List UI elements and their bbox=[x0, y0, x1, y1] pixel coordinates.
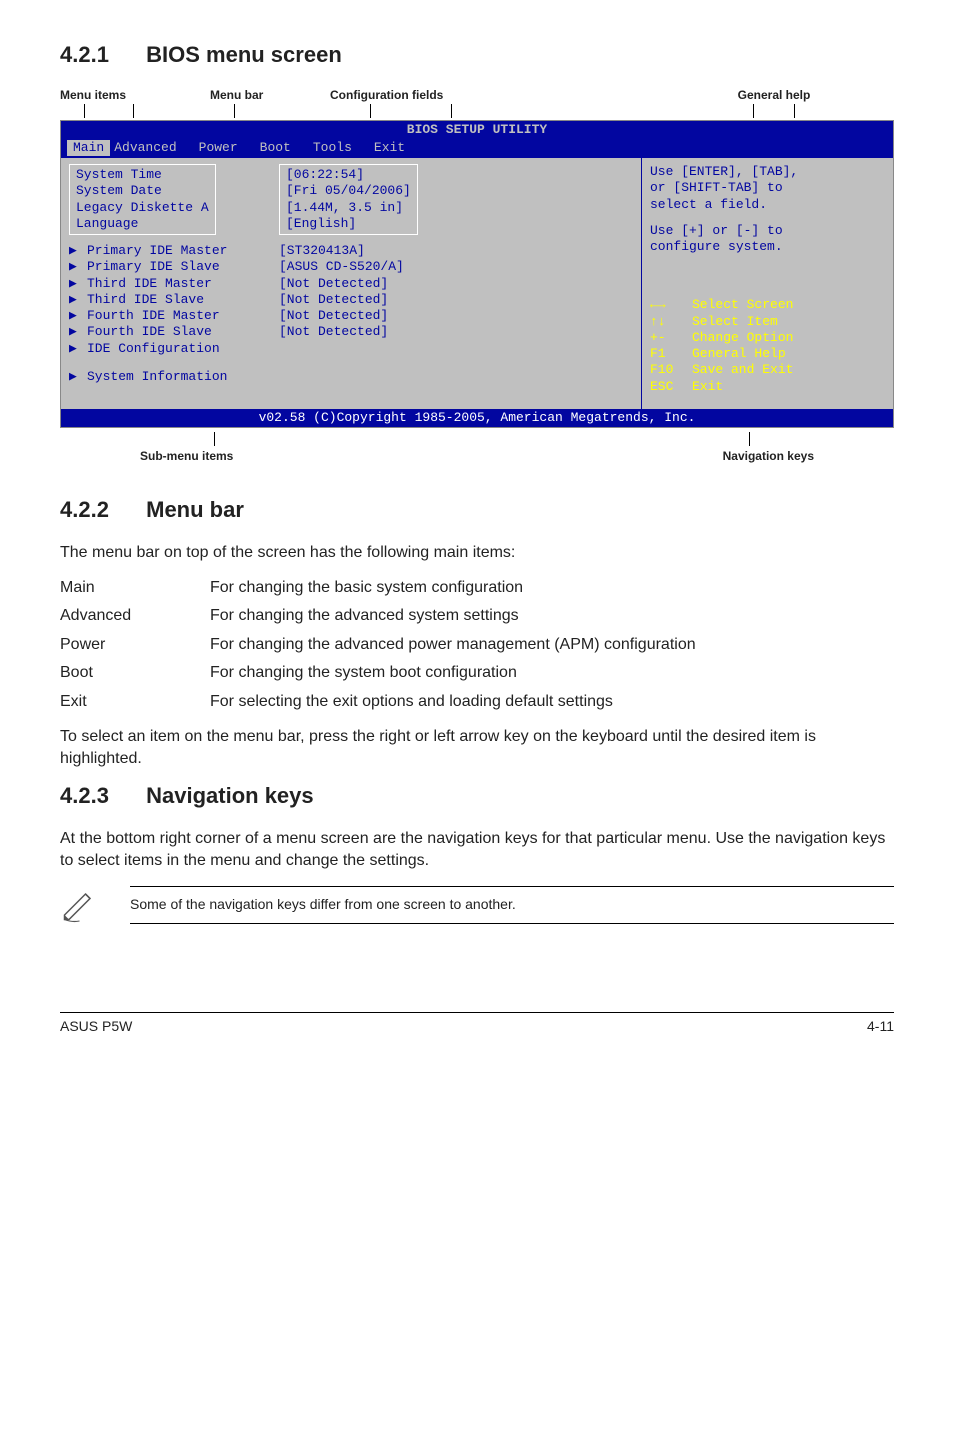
diagram-bottom-labels: Sub-menu items Navigation keys bbox=[60, 448, 894, 465]
menubar-definitions-table: MainFor changing the basic system config… bbox=[60, 574, 696, 716]
section-heading: 4.2.1 BIOS menu screen bbox=[60, 40, 894, 71]
bios-help-line4: Use [+] or [-] to bbox=[650, 223, 885, 239]
nav-key-plusminus: +- bbox=[650, 330, 692, 346]
label-sub-menu-items: Sub-menu items bbox=[60, 448, 477, 465]
nav-text-exit: Exit bbox=[692, 379, 723, 395]
label-menu-bar: Menu bar bbox=[210, 87, 330, 104]
section-title: Navigation keys bbox=[146, 783, 314, 808]
nav-key-arrows-ud: ↑↓ bbox=[650, 314, 692, 330]
bios-menubar: Main Advanced Power Boot Tools Exit bbox=[61, 139, 893, 158]
nav-key-arrows-lr: ←→ bbox=[650, 297, 692, 313]
bios-system-time-value[interactable]: [06:22:54] bbox=[286, 167, 411, 183]
bios-tab-main[interactable]: Main bbox=[67, 140, 110, 156]
def-key: Exit bbox=[60, 688, 210, 716]
nav-key-f10: F10 bbox=[650, 362, 692, 378]
pencil-icon bbox=[60, 888, 96, 924]
def-key: Boot bbox=[60, 659, 210, 687]
bios-tab-exit[interactable]: Exit bbox=[370, 140, 423, 156]
label-config-fields: Configuration fields bbox=[330, 87, 654, 104]
diagram-bottom-ticks bbox=[60, 432, 894, 446]
nav-text-general-help: General Help bbox=[692, 346, 786, 362]
def-value: For changing the basic system configurat… bbox=[210, 574, 696, 602]
bios-language-value[interactable]: [English] bbox=[286, 216, 411, 232]
menubar-intro: The menu bar on top of the screen has th… bbox=[60, 542, 894, 564]
bios-value-box: [06:22:54] [Fri 05/04/2006] [1.44M, 3.5 … bbox=[279, 164, 418, 235]
nav-key-esc: ESC bbox=[650, 379, 692, 395]
bios-title: BIOS SETUP UTILITY bbox=[61, 121, 893, 139]
nav-section-para: At the bottom right corner of a menu scr… bbox=[60, 828, 894, 873]
bios-pim-label[interactable]: Primary IDE Master bbox=[87, 243, 279, 259]
table-row: MainFor changing the basic system config… bbox=[60, 574, 696, 602]
footer-left: ASUS P5W bbox=[60, 1017, 132, 1037]
bios-main-pane: System Time System Date Legacy Diskette … bbox=[61, 158, 641, 409]
table-row: AdvancedFor changing the advanced system… bbox=[60, 602, 696, 630]
bios-system-date-value[interactable]: [Fri 05/04/2006] bbox=[286, 183, 411, 199]
nav-key-f1: F1 bbox=[650, 346, 692, 362]
bios-help-pane: Use [ENTER], [TAB], or [SHIFT-TAB] to se… bbox=[641, 158, 893, 409]
bios-tis-value: [Not Detected] bbox=[279, 292, 388, 308]
section-title: Menu bar bbox=[146, 497, 244, 522]
bios-screenshot: BIOS SETUP UTILITY Main Advanced Power B… bbox=[60, 120, 894, 429]
nav-text-save-exit: Save and Exit bbox=[692, 362, 793, 378]
section-number: 4.2.3 bbox=[60, 781, 140, 812]
bios-legacy-value[interactable]: [1.44M, 3.5 in] bbox=[286, 200, 411, 216]
bios-tim-value: [Not Detected] bbox=[279, 276, 388, 292]
page-footer: ASUS P5W 4-11 bbox=[60, 1012, 894, 1037]
bios-system-date-label[interactable]: System Date bbox=[76, 183, 209, 199]
def-value: For changing the advanced power manageme… bbox=[210, 631, 696, 659]
label-menu-items: Menu items bbox=[60, 87, 210, 104]
bios-help-line5: configure system. bbox=[650, 239, 885, 255]
bios-tab-boot[interactable]: Boot bbox=[256, 140, 309, 156]
def-value: For selecting the exit options and loadi… bbox=[210, 688, 696, 716]
label-general-help: General help bbox=[654, 87, 894, 104]
section-number: 4.2.2 bbox=[60, 495, 140, 526]
bios-pis-label[interactable]: Primary IDE Slave bbox=[87, 259, 279, 275]
def-key: Advanced bbox=[60, 602, 210, 630]
diagram-ticks bbox=[60, 104, 894, 118]
def-value: For changing the system boot configurati… bbox=[210, 659, 696, 687]
section-title: BIOS menu screen bbox=[146, 42, 342, 67]
bios-fis-value: [Not Detected] bbox=[279, 324, 388, 340]
table-row: BootFor changing the system boot configu… bbox=[60, 659, 696, 687]
bios-tab-power[interactable]: Power bbox=[195, 140, 256, 156]
label-navigation-keys: Navigation keys bbox=[477, 448, 894, 465]
bios-sysinfo-label[interactable]: System Information bbox=[87, 369, 279, 385]
bios-language-label[interactable]: Language bbox=[76, 216, 209, 232]
note-box: Some of the navigation keys differ from … bbox=[60, 886, 894, 931]
nav-text-select-screen: Select Screen bbox=[692, 297, 793, 313]
table-row: PowerFor changing the advanced power man… bbox=[60, 631, 696, 659]
bios-legacy-label[interactable]: Legacy Diskette A bbox=[76, 200, 209, 216]
bios-footer: v02.58 (C)Copyright 1985-2005, American … bbox=[61, 409, 893, 427]
bios-pim-value: [ST320413A] bbox=[279, 243, 365, 259]
bios-left-box: System Time System Date Legacy Diskette … bbox=[69, 164, 216, 235]
bios-submenu-list: ▶Primary IDE Master[ST320413A] ▶Primary … bbox=[69, 243, 633, 385]
bios-system-time-label[interactable]: System Time bbox=[76, 167, 209, 183]
bios-nav-keys: ←→Select Screen ↑↓Select Item +-Change O… bbox=[650, 297, 885, 395]
bios-idec-label[interactable]: IDE Configuration bbox=[87, 341, 279, 357]
section-heading: 4.2.3 Navigation keys bbox=[60, 781, 894, 812]
bios-help-line3: select a field. bbox=[650, 197, 885, 213]
bios-tab-tools[interactable]: Tools bbox=[309, 140, 370, 156]
bios-pis-value: [ASUS CD-S520/A] bbox=[279, 259, 404, 275]
bios-help-line1: Use [ENTER], [TAB], bbox=[650, 164, 885, 180]
table-row: ExitFor selecting the exit options and l… bbox=[60, 688, 696, 716]
menubar-outro: To select an item on the menu bar, press… bbox=[60, 726, 894, 771]
bios-fim-label[interactable]: Fourth IDE Master bbox=[87, 308, 279, 324]
bios-tis-label[interactable]: Third IDE Slave bbox=[87, 292, 279, 308]
bios-tab-advanced[interactable]: Advanced bbox=[110, 140, 194, 156]
footer-right: 4-11 bbox=[867, 1017, 894, 1037]
bios-tim-label[interactable]: Third IDE Master bbox=[87, 276, 279, 292]
section-number: 4.2.1 bbox=[60, 40, 140, 71]
bios-fim-value: [Not Detected] bbox=[279, 308, 388, 324]
nav-text-change-option: Change Option bbox=[692, 330, 793, 346]
nav-text-select-item: Select Item bbox=[692, 314, 778, 330]
def-value: For changing the advanced system setting… bbox=[210, 602, 696, 630]
diagram-top-labels: Menu items Menu bar Configuration fields… bbox=[60, 87, 894, 104]
section-heading: 4.2.2 Menu bar bbox=[60, 495, 894, 526]
bios-help-line2: or [SHIFT-TAB] to bbox=[650, 180, 885, 196]
def-key: Main bbox=[60, 574, 210, 602]
note-text: Some of the navigation keys differ from … bbox=[130, 886, 894, 924]
def-key: Power bbox=[60, 631, 210, 659]
bios-fis-label[interactable]: Fourth IDE Slave bbox=[87, 324, 279, 340]
